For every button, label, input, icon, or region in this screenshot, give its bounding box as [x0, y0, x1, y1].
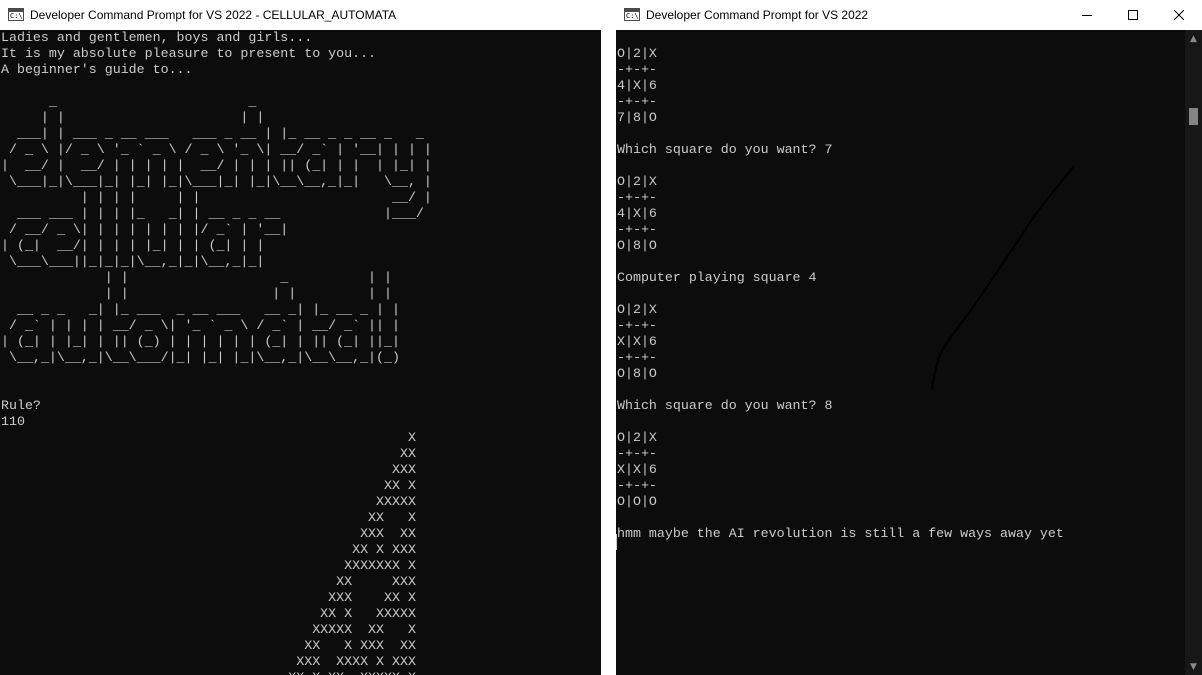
scrollbar-thumb[interactable]	[1189, 108, 1198, 125]
cellular-automata-console-window[interactable]: C:\ Developer Command Prompt for VS 2022…	[0, 0, 601, 675]
scroll-up-arrow-icon[interactable]: ▲	[1185, 30, 1202, 47]
window-title: Developer Command Prompt for VS 2022	[646, 8, 869, 22]
minimize-icon	[1082, 15, 1092, 16]
console-app-icon[interactable]: C:\	[624, 8, 640, 21]
hand-drawn-line	[931, 166, 1074, 389]
text-cursor	[616, 534, 617, 550]
close-button[interactable]	[1156, 0, 1202, 30]
window-title: Developer Command Prompt for VS 2022 - C…	[30, 8, 397, 22]
close-icon	[1174, 10, 1184, 20]
tic-tac-toe-console-window[interactable]: C:\ Developer Command Prompt for VS 2022…	[616, 0, 1202, 675]
title-bar[interactable]: C:\ Developer Command Prompt for VS 2022	[616, 0, 1202, 30]
terminal-output: Ladies and gentlemen, boys and girls... …	[1, 30, 432, 675]
console-app-icon[interactable]: C:\	[8, 8, 24, 21]
scroll-down-arrow-icon[interactable]: ▼	[1185, 658, 1202, 675]
title-bar[interactable]: C:\ Developer Command Prompt for VS 2022…	[0, 0, 601, 30]
vertical-scrollbar[interactable]: ▲ ▼	[1185, 30, 1202, 675]
maximize-icon	[1128, 10, 1138, 20]
maximize-button[interactable]	[1110, 0, 1156, 30]
minimize-button[interactable]	[1064, 0, 1110, 30]
